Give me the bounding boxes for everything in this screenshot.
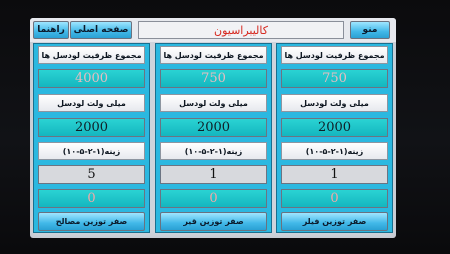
top-bar: راهنما صفحه اصلی کالیبراسیون منو <box>30 18 396 42</box>
capacity-input[interactable]: 750 <box>281 69 388 88</box>
mv-input[interactable]: 2000 <box>38 118 145 137</box>
panel-filler: مجموع ظرفیت لودسل ها 750 میلی ولت لودسل … <box>276 43 393 233</box>
step-input[interactable]: 5 <box>38 165 145 184</box>
step-input[interactable]: 1 <box>281 165 388 184</box>
step-label: زینه(۱-۲-۵-۱۰) <box>281 142 388 160</box>
panel-materials: مجموع ظرفیت لودسل ها 4000 میلی ولت لودسل… <box>33 43 150 233</box>
zero-materials-button[interactable]: صفر توزین مصالح <box>38 212 145 231</box>
panel-bitumen: مجموع ظرفیت لودسل ها 750 میلی ولت لودسل … <box>155 43 272 233</box>
mv-label: میلی ولت لودسل <box>38 94 145 112</box>
zero-readout: 0 <box>38 189 145 208</box>
guide-button[interactable]: راهنما <box>33 21 69 39</box>
mv-label: میلی ولت لودسل <box>160 94 267 112</box>
capacity-label: مجموع ظرفیت لودسل ها <box>160 46 267 64</box>
home-button[interactable]: صفحه اصلی <box>70 21 132 39</box>
hmi-screen: راهنما صفحه اصلی کالیبراسیون منو مجموع ظ… <box>30 18 396 238</box>
capacity-label: مجموع ظرفیت لودسل ها <box>38 46 145 64</box>
mv-label: میلی ولت لودسل <box>281 94 388 112</box>
capacity-input[interactable]: 4000 <box>38 69 145 88</box>
step-label: زینه(۱-۲-۵-۱۰) <box>160 142 267 160</box>
mv-input[interactable]: 2000 <box>281 118 388 137</box>
capacity-label: مجموع ظرفیت لودسل ها <box>281 46 388 64</box>
mv-input[interactable]: 2000 <box>160 118 267 137</box>
zero-readout: 0 <box>281 189 388 208</box>
step-input[interactable]: 1 <box>160 165 267 184</box>
zero-bitumen-button[interactable]: صفر توزین قیر <box>160 212 267 231</box>
zero-readout: 0 <box>160 189 267 208</box>
page-title: کالیبراسیون <box>138 21 344 39</box>
step-label: زینه(۱-۲-۵-۱۰) <box>38 142 145 160</box>
zero-filler-button[interactable]: صفر توزین فیلر <box>281 212 388 231</box>
menu-button[interactable]: منو <box>350 21 390 39</box>
capacity-input[interactable]: 750 <box>160 69 267 88</box>
